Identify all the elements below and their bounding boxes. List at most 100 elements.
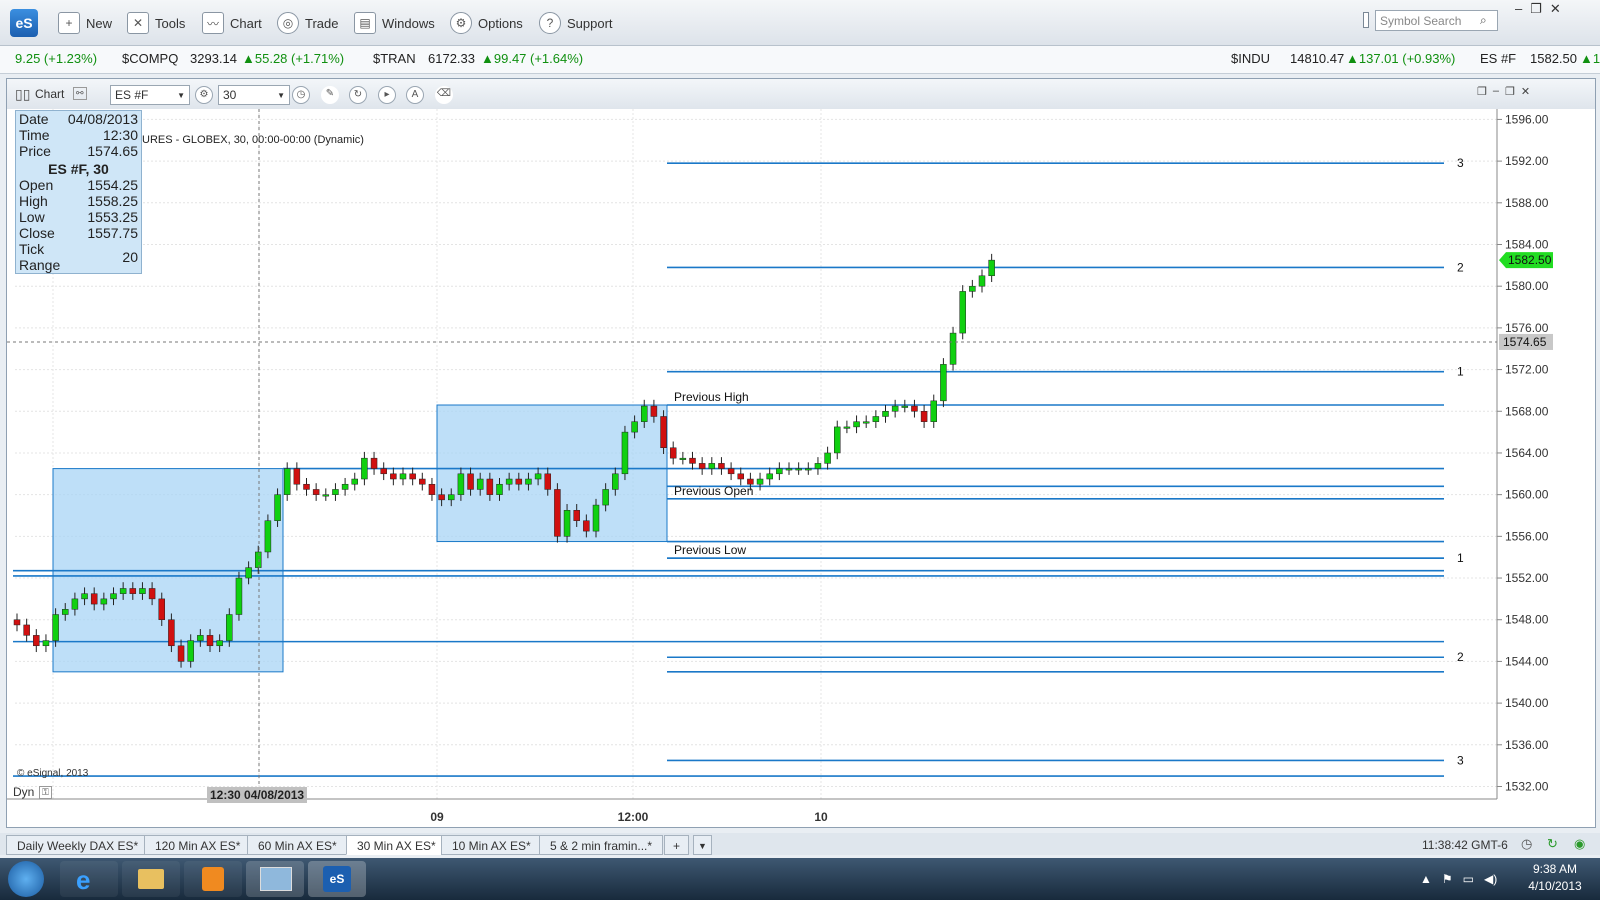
candle-body <box>940 364 947 402</box>
alert-icon[interactable]: A <box>406 86 424 104</box>
detach-icon[interactable]: ❐ <box>1477 85 1487 98</box>
chart-label: Chart <box>230 15 262 31</box>
price-tick-label: 1532.00 <box>1505 779 1549 793</box>
clock-icon[interactable]: ◷ <box>292 86 310 104</box>
connection-icon[interactable]: ↻ <box>1547 836 1558 852</box>
tab-10-min[interactable]: 10 Min AX ES* <box>441 835 542 855</box>
search-icon[interactable]: ⌕ <box>1480 13 1487 28</box>
remote-taskbar-button[interactable] <box>246 861 304 897</box>
tab-5-2-min[interactable]: 5 & 2 min framin...* <box>539 835 664 855</box>
app-toolbar: eS + New ✕ Tools 〰 Chart ◎ Trade ▤ Windows ⚙ O… <box>0 0 1600 46</box>
status-icon[interactable]: ◉ <box>1574 836 1585 852</box>
tab-30-min[interactable]: 30 Min AX ES* <box>346 835 447 855</box>
candle-body <box>920 411 928 422</box>
tab-daily-weekly[interactable]: Daily Weekly DAX ES* <box>6 835 150 855</box>
network-icon[interactable]: ▭ <box>1463 872 1474 886</box>
price-tick-label: 1536.00 <box>1505 738 1549 752</box>
candle-body <box>650 405 658 417</box>
flag-icon[interactable]: ⚑ <box>1442 872 1453 886</box>
ticker-symbol[interactable]: $TRAN <box>373 51 416 66</box>
close-icon[interactable]: ✕ <box>1550 1 1561 17</box>
chart-toolbar: ▯▯ Chart ⚯ ES #F ▼ ⚙ 30 ▼ ◷ ✎ ↻ ▸ A ⌫ ❐ – … <box>7 79 1595 110</box>
help-icon: ? <box>539 12 561 34</box>
symbol-select[interactable]: ES #F ▼ <box>110 85 190 105</box>
esignal-taskbar-button[interactable]: eS <box>308 861 366 897</box>
candle-body <box>554 489 561 537</box>
data-window: Date 04/08/2013 Time 12:30 Price 1574.65 ES… <box>15 110 142 274</box>
ticker-change[interactable]: 9.25 (+1.23%) <box>15 51 97 66</box>
tab-120-min[interactable]: 120 Min AX ES* <box>144 835 252 855</box>
price-chart[interactable]: 3 2 1 Previous High Previous Open 1 Previous L… <box>7 109 1595 827</box>
panel-toggle-icon[interactable]: ▯▯ <box>15 86 30 103</box>
chart-button[interactable]: 〰 Chart <box>202 10 262 36</box>
info-value: 04/08/2013 <box>67 111 138 127</box>
explorer-taskbar-button[interactable] <box>122 861 180 897</box>
media-taskbar-button[interactable] <box>184 861 242 897</box>
info-value: 20 <box>122 249 138 265</box>
add-tab-button[interactable]: + <box>664 835 690 855</box>
ticker-symbol[interactable]: $INDU <box>1231 51 1270 66</box>
ticker-symbol[interactable]: $COMPQ <box>122 51 178 66</box>
play-icon[interactable]: ▸ <box>378 86 396 104</box>
options-button[interactable]: ⚙ Options <box>450 10 523 36</box>
candle-body <box>563 510 571 537</box>
price-tick-label: 1592.00 <box>1505 154 1549 168</box>
candle-body <box>718 463 725 469</box>
tab-60-min[interactable]: 60 Min AX ES* <box>247 835 348 855</box>
candle-body <box>351 478 358 485</box>
window-controls: – ❐ ✕ <box>1515 1 1561 17</box>
tray-clock[interactable]: 9:38 AM 4/10/2013 <box>1520 862 1590 893</box>
candle-body <box>187 640 194 662</box>
candle-body <box>486 478 494 495</box>
eraser-icon[interactable]: ⌫ <box>435 86 453 104</box>
ie-taskbar-button[interactable]: e <box>60 861 118 897</box>
volume-icon[interactable]: ◀) <box>1484 872 1497 886</box>
tray-expand-icon[interactable]: ▲ <box>1420 872 1432 886</box>
tools-button[interactable]: ✕ Tools <box>127 10 185 36</box>
trade-icon: ◎ <box>277 12 299 34</box>
info-row: Date 04/08/2013 <box>16 111 141 127</box>
info-key: Price <box>19 143 51 159</box>
clock-icon[interactable]: ◷ <box>1521 836 1532 852</box>
ticker-change: ▲1 <box>1580 51 1600 66</box>
candle-body <box>216 640 223 647</box>
windows-button[interactable]: ▤ Windows <box>354 10 435 36</box>
trade-button[interactable]: ◎ Trade <box>277 10 338 36</box>
gear-icon: ⚙ <box>450 12 472 34</box>
start-button[interactable] <box>8 861 44 897</box>
candle-body <box>312 489 320 495</box>
minimize-icon[interactable]: – <box>1515 1 1522 17</box>
price-tick-label: 1548.00 <box>1505 613 1549 627</box>
support-button[interactable]: ? Support <box>539 10 613 36</box>
minimize-icon[interactable]: – <box>1493 85 1499 98</box>
status-time: 11:38:42 GMT-6 <box>1422 838 1508 852</box>
candle-body <box>235 577 243 615</box>
workspace-tabs: Daily Weekly DAX ES* 120 Min AX ES* 60 M… <box>0 833 1600 855</box>
candle-body <box>23 624 30 636</box>
pencil-icon[interactable]: ✎ <box>321 86 339 104</box>
info-header: ES #F, 30 <box>48 161 109 177</box>
settings-icon[interactable]: ⚙ <box>195 86 213 104</box>
new-button[interactable]: + New <box>58 10 112 36</box>
close-icon[interactable]: ✕ <box>1521 85 1530 98</box>
candle-body <box>766 473 773 480</box>
candle-body <box>409 473 416 480</box>
restore-icon[interactable]: ❐ <box>1505 85 1515 98</box>
refresh-icon[interactable]: ↻ <box>349 86 367 104</box>
splitter-handle[interactable] <box>1363 12 1369 28</box>
candle-body <box>505 478 513 485</box>
candle-body <box>814 463 822 469</box>
candle-body <box>148 588 156 600</box>
price-tick-label: 1568.00 <box>1505 404 1549 418</box>
time-tick-label: 09 <box>430 810 444 824</box>
tab-menu-button[interactable]: ▼ <box>693 835 712 855</box>
interval-select[interactable]: 30 ▼ <box>218 85 290 105</box>
dyn-label[interactable]: Dyn <box>13 785 34 799</box>
ticker-symbol[interactable]: ES #F <box>1480 51 1516 66</box>
esignal-logo[interactable]: eS <box>10 9 38 37</box>
restore-icon[interactable]: ❐ <box>1530 1 1542 17</box>
link-icon[interactable]: ⚯ <box>73 87 87 100</box>
lock-icon[interactable]: ⚿ <box>39 786 52 799</box>
new-icon: + <box>58 12 80 34</box>
windows-icon: ▤ <box>354 12 376 34</box>
